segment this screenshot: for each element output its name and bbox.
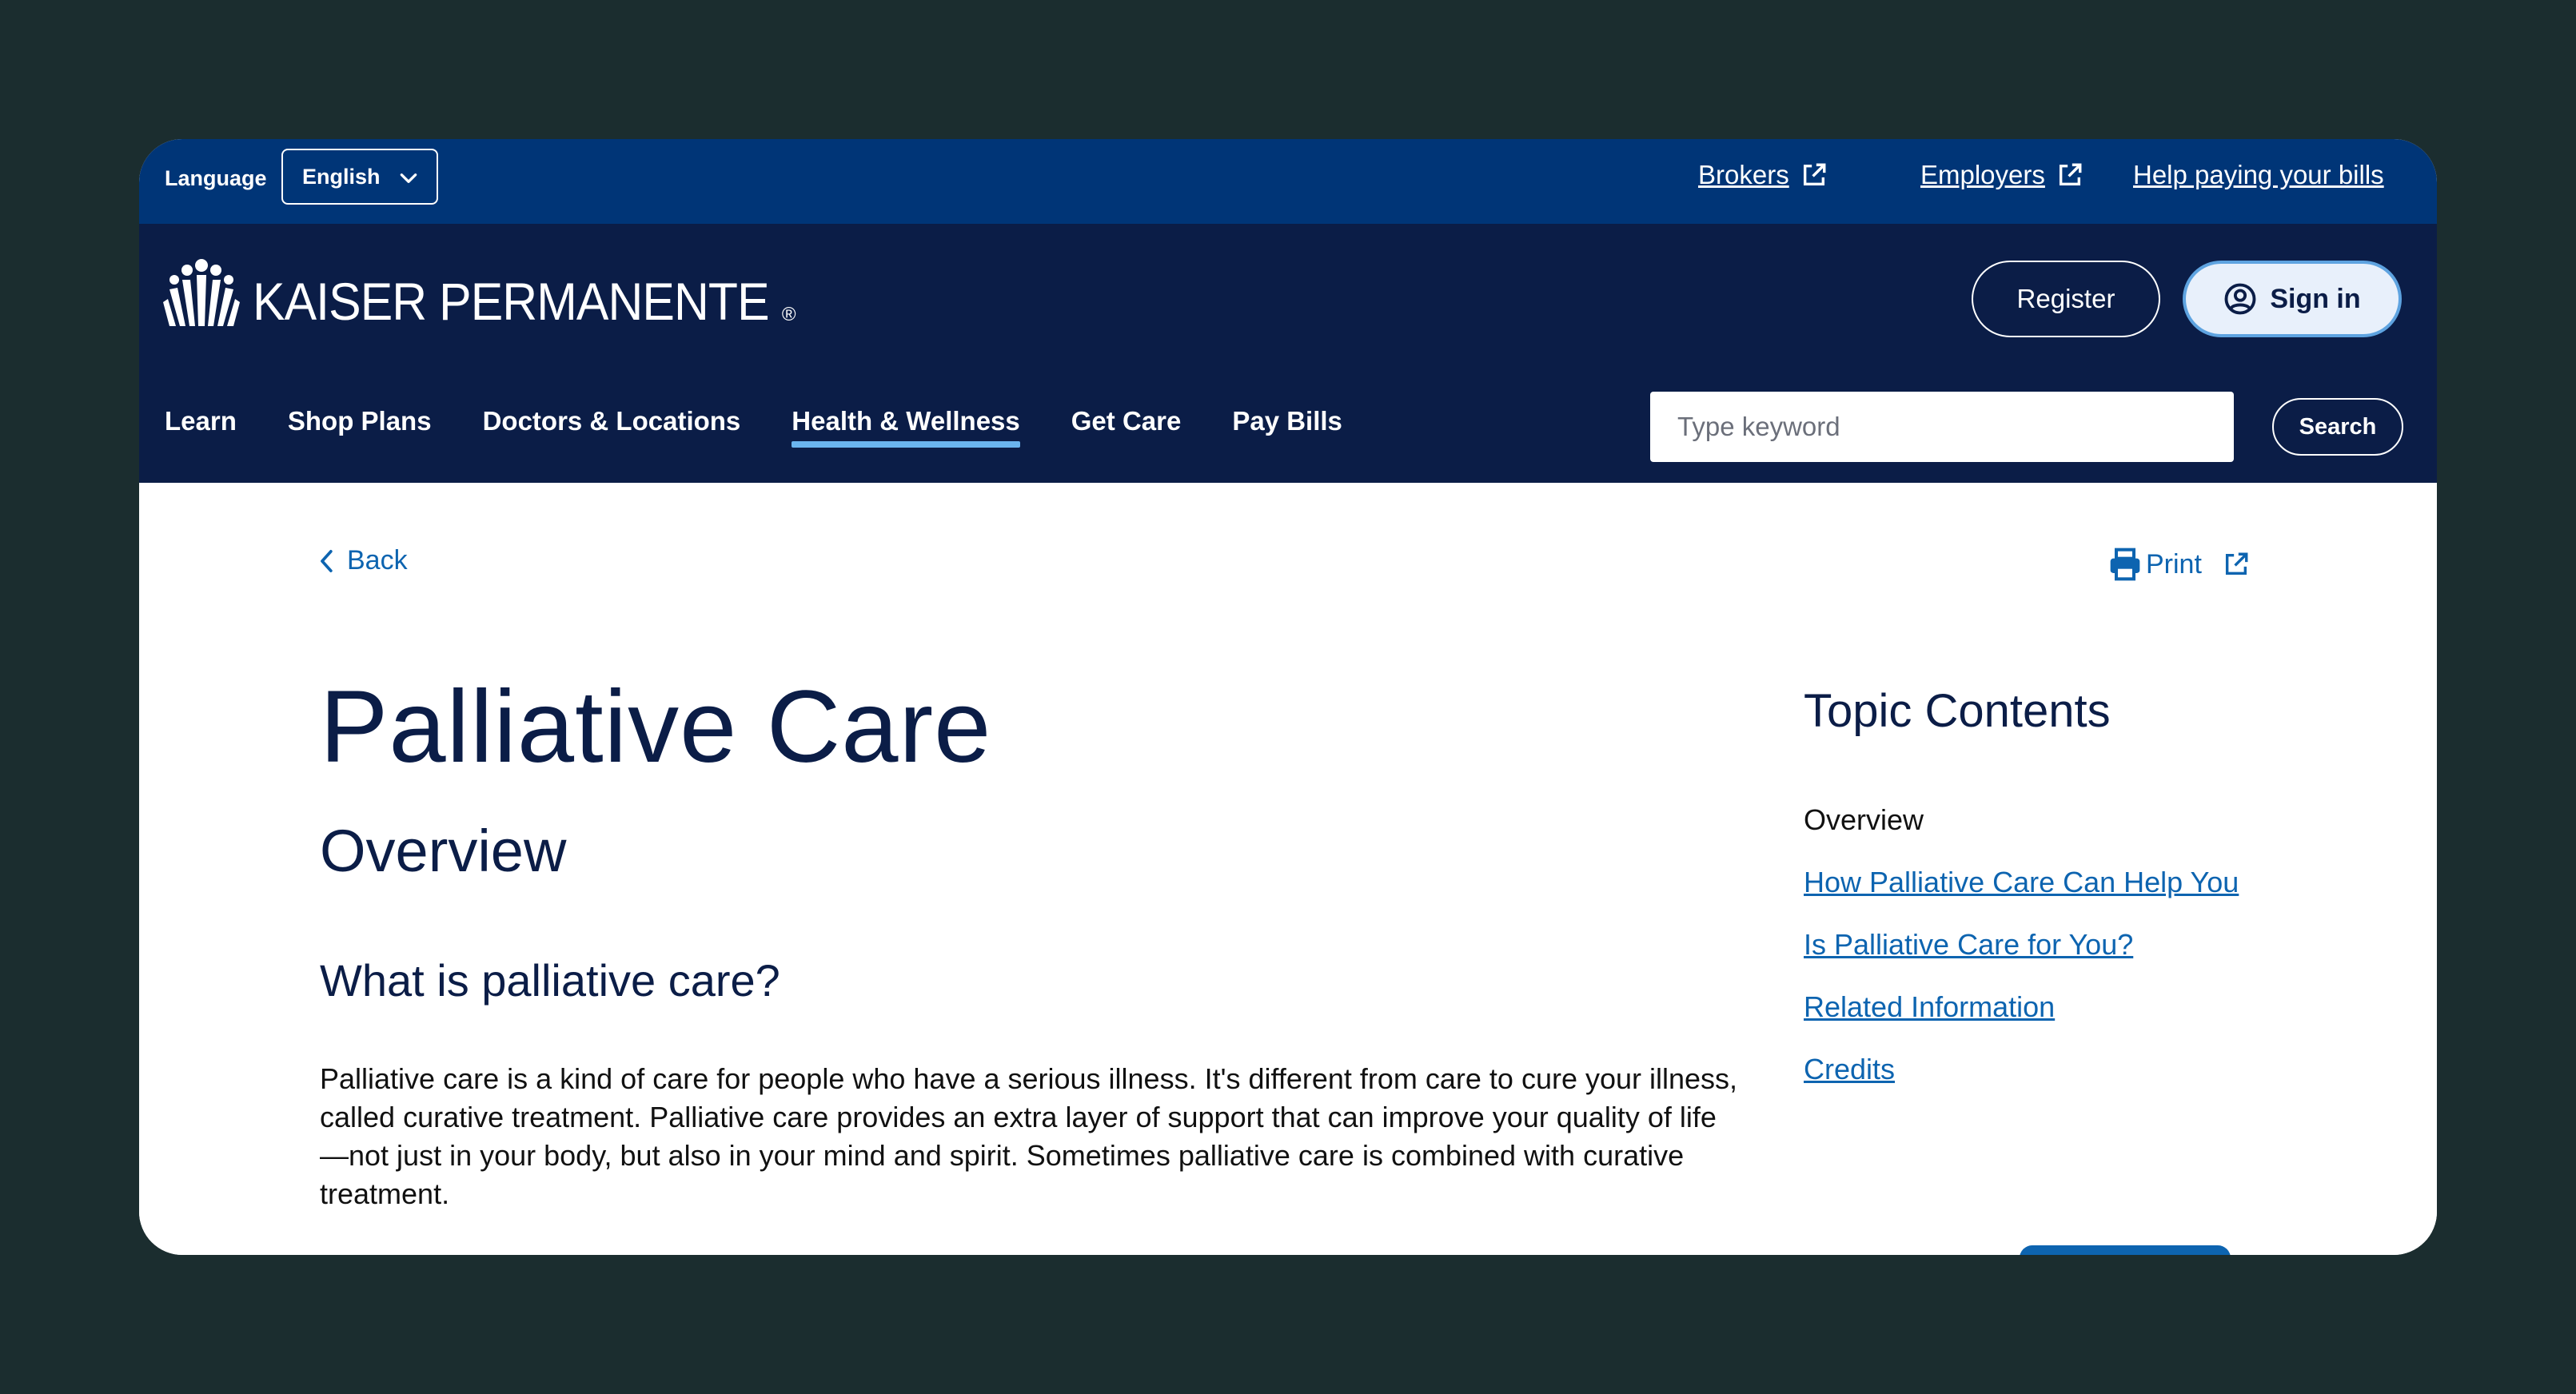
back-link-label: Back (347, 545, 408, 576)
register-button[interactable]: Register (1972, 261, 2160, 337)
nav-item-shop-plans[interactable]: Shop Plans (288, 406, 432, 444)
toc-link-is-palliative-care-for-you[interactable]: Is Palliative Care for You? (1804, 928, 2133, 961)
external-link-icon (2225, 552, 2248, 576)
nav-item-learn[interactable]: Learn (165, 406, 237, 444)
print-link[interactable]: Print (2107, 547, 2250, 582)
print-link-label: Print (2146, 548, 2202, 580)
sub-heading: What is palliative care? (320, 955, 780, 1006)
employers-link-label: Employers (1920, 160, 2045, 189)
search-button-label: Search (2299, 413, 2377, 440)
chevron-down-icon (400, 173, 417, 183)
search-input[interactable] (1650, 392, 2234, 462)
printer-icon (2110, 548, 2140, 581)
sign-in-button[interactable]: Sign in (2183, 261, 2402, 337)
registered-mark: ® (781, 304, 796, 325)
kaiser-logo-icon (163, 259, 240, 326)
back-link[interactable]: Back (317, 545, 408, 576)
main-content: Back Print Palliative Care Overview What… (139, 483, 2437, 1255)
chevron-left-icon (321, 549, 333, 572)
sign-in-button-label: Sign in (2270, 283, 2361, 314)
kaiser-logo[interactable]: KAISER PERMANENTE ® (163, 257, 796, 328)
toc-link-credits[interactable]: Credits (1804, 1053, 1895, 1085)
language-label: Language (165, 166, 267, 190)
section-title: Overview (320, 818, 567, 884)
toc-link-related-information[interactable]: Related Information (1804, 990, 2055, 1023)
external-link-icon (2059, 163, 2082, 186)
help-paying-bills-label: Help paying your bills (2133, 160, 2384, 189)
body-paragraph: Palliative care is a kind of care for pe… (320, 1062, 1738, 1210)
nav-item-doctors-locations[interactable]: Doctors & Locations (483, 406, 741, 444)
toc-link-how-palliative-care-can-help[interactable]: How Palliative Care Can Help You (1804, 866, 2239, 898)
main-header: KAISER PERMANENTE ® Register Sign in Lea… (139, 224, 2437, 483)
register-button-label: Register (2016, 284, 2115, 313)
nav-item-pay-bills[interactable]: Pay Bills (1232, 406, 1342, 444)
brokers-link-label: Brokers (1698, 160, 1789, 189)
nav-item-get-care[interactable]: Get Care (1071, 406, 1182, 444)
language-selected-value: English (302, 164, 381, 189)
help-paying-bills-link[interactable]: Help paying your bills (2133, 160, 2384, 190)
page-title: Palliative Care (320, 670, 992, 784)
partially-visible-button[interactable] (2020, 1245, 2231, 1255)
toc-title: Topic Contents (1804, 685, 2111, 737)
language-select[interactable]: English (281, 149, 438, 205)
browser-window: Language English Brokers Employers Help … (139, 139, 2437, 1255)
external-link-icon (1803, 163, 1826, 186)
primary-nav: Learn Shop Plans Doctors & Locations Hea… (165, 406, 1394, 448)
search-button[interactable]: Search (2272, 398, 2403, 456)
user-circle-icon (2224, 283, 2256, 315)
kaiser-logo-text: KAISER PERMANENTE (253, 272, 770, 331)
toc-list: Overview How Palliative Care Can Help Yo… (1804, 801, 2251, 1113)
nav-item-health-wellness[interactable]: Health & Wellness (792, 406, 1021, 448)
brokers-link[interactable]: Brokers (1698, 160, 1828, 190)
utility-bar: Language English Brokers Employers Help … (139, 139, 2437, 224)
toc-item-overview: Overview (1804, 803, 1924, 836)
employers-link[interactable]: Employers (1920, 160, 2084, 190)
